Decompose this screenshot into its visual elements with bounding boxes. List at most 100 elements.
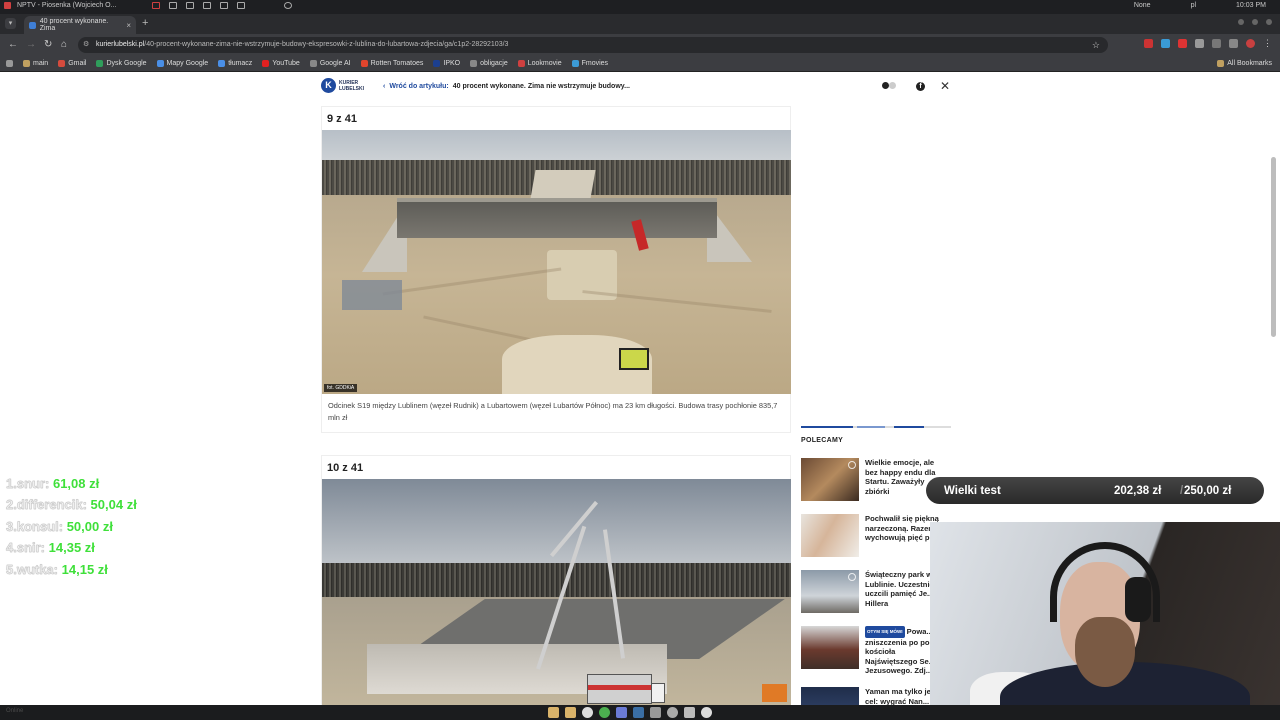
ranking-row: 1.snur: 61,08 zł [6,476,266,497]
window-icon[interactable] [186,2,194,9]
extension-icon[interactable] [1178,39,1187,48]
bookmark-label: Mapy Google [166,60,209,67]
minimize-button[interactable] [1238,19,1244,25]
chrome-icon[interactable] [599,707,610,718]
facebook-icon[interactable]: f [916,82,925,91]
window-icon[interactable] [203,2,211,9]
steam-icon[interactable] [633,707,644,718]
new-tab-button[interactable]: + [142,17,148,29]
recommended-thumbnail [801,570,859,613]
ranking-amount: 61,08 zł [52,476,100,491]
ranking-name: 4.snir: [6,540,46,556]
gallery-photo[interactable] [322,479,791,705]
forward-icon[interactable]: → [26,39,36,50]
ranking-name: 3.konsul: [6,518,64,534]
ranking-name: 5.wutka: [6,561,59,577]
bookmark-item[interactable]: Google AI [309,60,351,67]
bookmark-label: Gmail [68,60,87,67]
window-icon[interactable] [169,2,177,9]
gallery-item: 10 z 41 [321,455,791,705]
app-icon[interactable] [650,707,661,718]
bookmark-item[interactable]: Dysk Google [96,60,147,67]
ranking-row: 3.konsul: 50,00 zł [6,519,266,540]
youtube-icon [262,60,270,67]
sidebar-icon[interactable] [1212,39,1221,48]
taskbar-apps [548,707,712,718]
recommended-thumbnail [801,626,859,669]
camera-icon [848,461,856,469]
os-status-none[interactable]: None [1134,2,1151,9]
discord-icon[interactable] [616,707,627,718]
pin-icon[interactable] [284,2,292,9]
light-mode-icon [889,82,896,89]
bookmark-item[interactable]: Rotten Tomatoes [360,60,423,67]
os-language[interactable]: pl [1191,2,1196,9]
maximize-button[interactable] [1252,19,1258,25]
extension-icon[interactable] [1161,39,1170,48]
window-icon[interactable] [220,2,228,9]
app-icon[interactable] [701,707,712,718]
page-scrollbar[interactable] [1271,157,1276,337]
ranking-amount: 50,00 zł [66,518,113,534]
bookmark-item[interactable]: Gmail [58,60,86,67]
bookmark-item[interactable]: YouTube [262,60,300,67]
bookmark-label: Lookmovie [527,60,562,67]
home-icon[interactable]: ⌂ [61,39,67,50]
close-gallery-icon[interactable]: ✕ [940,79,950,93]
bookmark-item[interactable]: Lookmovie [517,60,562,67]
bookmark-item[interactable]: Mapy Google [156,60,209,67]
bookmark-item[interactable]: Fmovies [571,60,608,67]
folder-icon[interactable] [565,707,576,718]
goal-current: 202,38 zł [1114,484,1162,497]
close-window-button[interactable] [1266,19,1272,25]
extension-icon[interactable] [1144,39,1153,48]
url-domain: kurierlubelski.pl [96,41,145,48]
apps-grid-icon[interactable] [6,60,13,67]
kurier-logo-icon: K [321,78,336,93]
back-icon[interactable]: ← [8,39,18,50]
bookmark-item[interactable]: obligacje [470,60,508,67]
browser-icon[interactable] [582,707,593,718]
browser-tab-strip: ▾ 40 procent wykonane. Zima × + [0,14,1280,34]
window-icon[interactable] [152,2,160,9]
bookmark-label: YouTube [272,60,300,67]
photo-credit: fot. GDDKiA [324,384,358,392]
close-tab-icon[interactable]: × [126,21,131,30]
back-to-article-link[interactable]: ‹ Wróć do artykułu: 40 procent wykonane.… [383,83,630,90]
window-icon[interactable] [237,2,245,9]
menu-kebab-icon[interactable]: ⋮ [1263,39,1272,48]
article-title: 40 procent wykonane. Zima nie wstrzymuje… [452,83,630,90]
bookmark-label: Google AI [319,60,351,67]
ranking-amount: 14,35 zł [48,540,95,556]
os-top-bar: NPTV - Piosenka (Wojciech O... None pl 1… [0,0,1280,14]
obs-icon[interactable] [667,707,678,718]
os-clock[interactable]: 10:03 PM [1236,2,1266,9]
site-info-icon[interactable]: ⚙ [83,37,89,53]
back-label: Wróć do artykułu: [389,83,449,90]
tomato-icon [360,60,368,67]
profile-avatar-icon[interactable] [1246,39,1255,48]
translate-icon[interactable] [1229,39,1238,48]
bank-icon [433,60,441,67]
all-bookmarks-button[interactable]: All Bookmarks [1217,60,1272,67]
app-icon[interactable] [684,707,695,718]
theme-toggle[interactable] [882,82,900,91]
files-icon[interactable] [548,707,559,718]
bookmark-label: Dysk Google [106,60,147,67]
all-bookmarks-label: All Bookmarks [1227,60,1272,67]
gallery-photo[interactable]: fot. GDDKiA [322,130,791,394]
reload-icon[interactable]: ↻ [44,39,52,50]
bookmarks-bar: main Gmail Dysk Google Mapy Google tłuma… [0,56,1280,72]
folder-icon [23,60,30,67]
donation-goal-widget: Wielki test 202,38 zł / 250,00 zł [926,477,1264,504]
extensions-puzzle-icon[interactable] [1195,39,1204,48]
site-logo[interactable]: K KURIER LUBELSKI [321,78,364,93]
url-input[interactable]: ⚙ kurierlubelski.pl/40-procent-wykonane-… [78,37,1108,53]
site-favicon-icon [29,21,36,29]
tab-list-button[interactable]: ▾ [5,18,16,29]
bookmark-item[interactable]: tłumacz [218,60,252,67]
bookmark-star-icon[interactable]: ☆ [1092,37,1100,53]
browser-tab[interactable]: 40 procent wykonane. Zima × [24,16,136,34]
bookmark-item[interactable]: IPKO [433,60,460,67]
bookmark-item[interactable]: main [23,60,48,67]
